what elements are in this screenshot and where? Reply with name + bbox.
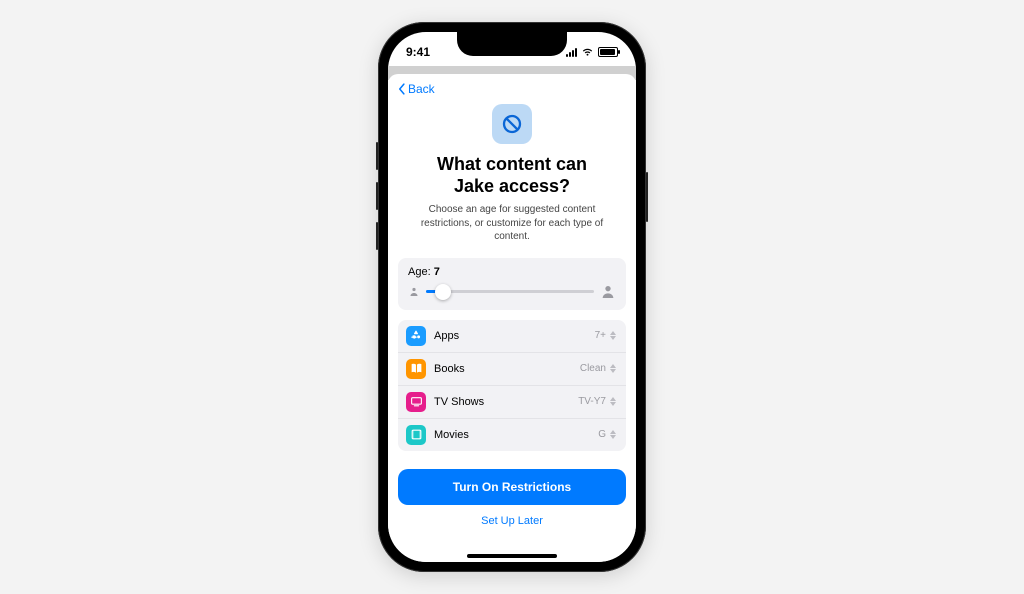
phone-screen: 9:41 Back	[388, 32, 636, 562]
age-label-row: Age: 7	[408, 266, 616, 278]
category-row-tvshows[interactable]: TV Shows TV-Y7	[398, 386, 626, 419]
battery-icon	[598, 47, 618, 57]
category-label: Movies	[434, 429, 598, 441]
set-up-later-button[interactable]: Set Up Later	[398, 505, 626, 531]
category-value: G	[598, 429, 606, 440]
books-icon	[406, 359, 426, 379]
age-label: Age:	[408, 266, 431, 278]
modal-sheet: Back What content can Jake access? Choos…	[388, 74, 636, 562]
category-value: 7+	[595, 330, 606, 341]
age-value: 7	[434, 266, 440, 278]
chevron-left-icon	[398, 83, 406, 95]
stepper-icon[interactable]	[610, 395, 618, 409]
notch	[457, 32, 567, 56]
turn-on-restrictions-button[interactable]: Turn On Restrictions	[398, 469, 626, 505]
status-indicators	[566, 47, 618, 57]
stepper-icon[interactable]	[610, 428, 618, 442]
category-row-books[interactable]: Books Clean	[398, 353, 626, 386]
home-indicator[interactable]	[467, 554, 557, 558]
tvshows-icon	[406, 392, 426, 412]
apps-icon	[406, 326, 426, 346]
content-category-list: Apps 7+ Books Clean TV Shows	[398, 320, 626, 451]
category-row-movies[interactable]: Movies G	[398, 419, 626, 451]
cellular-signal-icon	[566, 47, 577, 57]
category-row-apps[interactable]: Apps 7+	[398, 320, 626, 353]
back-button[interactable]: Back	[398, 80, 626, 100]
age-slider-thumb[interactable]	[435, 284, 451, 300]
no-symbol-icon	[500, 112, 524, 136]
stepper-icon[interactable]	[610, 329, 618, 343]
wifi-icon	[581, 47, 594, 57]
restrictions-hero-icon	[492, 104, 532, 144]
age-card: Age: 7	[398, 258, 626, 310]
age-slider[interactable]	[426, 290, 594, 293]
category-value: TV-Y7	[578, 396, 606, 407]
category-value: Clean	[580, 363, 606, 374]
stepper-icon[interactable]	[610, 362, 618, 376]
category-label: TV Shows	[434, 396, 578, 408]
phone-frame: 9:41 Back	[378, 22, 646, 572]
page-subtitle: Choose an age for suggested content rest…	[412, 203, 612, 244]
person-large-icon	[600, 284, 616, 300]
page-title: What content can Jake access?	[398, 154, 626, 197]
category-label: Apps	[434, 330, 595, 342]
category-label: Books	[434, 363, 580, 375]
person-small-icon	[408, 286, 420, 298]
movies-icon	[406, 425, 426, 445]
back-label: Back	[408, 82, 435, 96]
status-time: 9:41	[406, 45, 430, 59]
